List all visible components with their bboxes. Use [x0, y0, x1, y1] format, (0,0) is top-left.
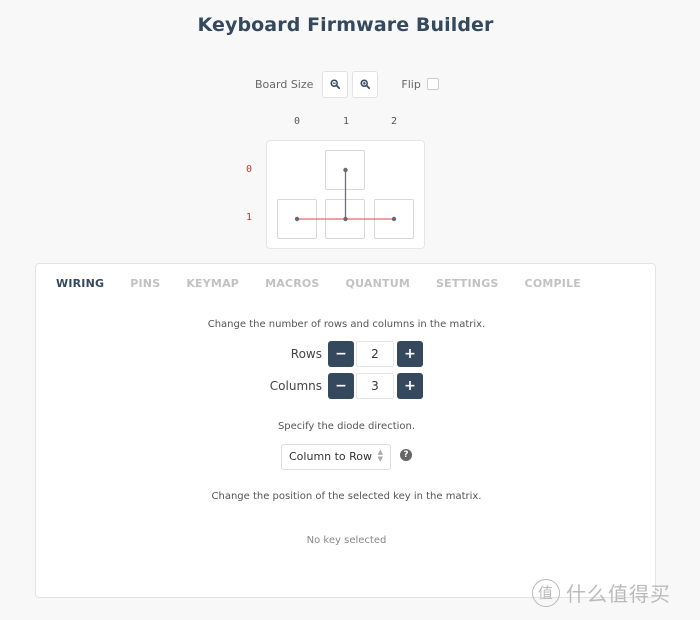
columns-label: Columns: [269, 379, 322, 393]
key-r0-c1[interactable]: [325, 150, 365, 190]
flip-label: Flip: [401, 77, 421, 91]
zoom-in-button[interactable]: [352, 70, 379, 98]
key-r1-c0[interactable]: [277, 199, 317, 239]
select-arrows-icon: ▲ ▼: [377, 448, 383, 463]
rows-decrement-button[interactable]: −: [328, 341, 354, 367]
key-r1-c2[interactable]: [374, 199, 414, 239]
wiring-panel: WIRING PINS KEYMAP MACROS QUANTUM SETTIN…: [35, 263, 656, 598]
row-label: 1: [245, 212, 253, 223]
tab-pins[interactable]: PINS: [130, 277, 160, 290]
diode-direction-select[interactable]: Column to Row ▲ ▼: [281, 444, 391, 470]
tab-quantum[interactable]: QUANTUM: [346, 277, 410, 290]
no-key-selected-text: No key selected: [306, 535, 387, 546]
columns-value[interactable]: 3: [356, 373, 394, 399]
zoom-out-button[interactable]: [322, 70, 349, 98]
rows-increment-button[interactable]: +: [397, 341, 423, 367]
flip-checkbox[interactable]: [426, 78, 439, 90]
diode-hint: Specify the diode direction.: [277, 421, 416, 432]
rows-label: Rows: [290, 347, 322, 361]
tab-settings[interactable]: SETTINGS: [436, 277, 499, 290]
tab-bar: WIRING PINS KEYMAP MACROS QUANTUM SETTIN…: [56, 277, 607, 290]
zoom-in-icon: [360, 79, 371, 89]
tab-keymap[interactable]: KEYMAP: [186, 277, 239, 290]
help-icon[interactable]: ?: [400, 449, 412, 461]
columns-stepper: Columns − 3 +: [36, 373, 657, 400]
column-label: 1: [342, 116, 350, 127]
keyboard-board: [266, 140, 425, 249]
columns-decrement-button[interactable]: −: [328, 373, 354, 399]
tab-wiring[interactable]: WIRING: [56, 277, 104, 290]
columns-increment-button[interactable]: +: [397, 373, 423, 399]
position-hint: Change the position of the selected key …: [211, 491, 482, 502]
watermark: 值 什么值得买: [532, 578, 671, 607]
watermark-badge: 值: [532, 578, 560, 607]
matrix-hint: Change the number of rows and columns in…: [207, 319, 486, 330]
rows-value[interactable]: 2: [356, 341, 394, 367]
diode-direction-value: Column to Row: [289, 450, 373, 463]
tab-compile[interactable]: COMPILE: [525, 277, 581, 290]
zoom-out-icon: [330, 79, 341, 89]
watermark-text: 什么值得买: [566, 582, 671, 606]
page: Keyboard Firmware Builder Board Size Fli…: [0, 0, 700, 620]
column-label: 2: [390, 116, 398, 127]
rows-stepper: Rows − 2 +: [36, 341, 657, 368]
row-label: 0: [245, 164, 253, 175]
tab-macros[interactable]: MACROS: [265, 277, 319, 290]
board-size-label: Board Size: [255, 77, 314, 91]
column-label: 0: [293, 116, 301, 127]
key-r1-c1[interactable]: [325, 199, 365, 239]
page-title: Keyboard Firmware Builder: [197, 14, 494, 36]
board-controls: Board Size Flip: [255, 70, 439, 98]
